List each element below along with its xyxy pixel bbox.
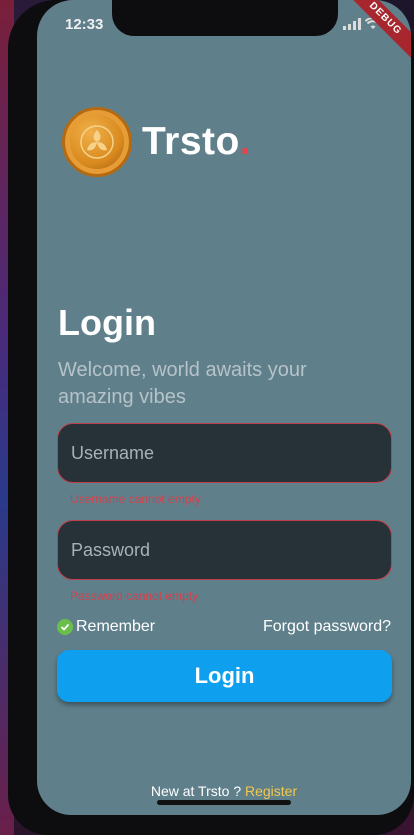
phone-frame: 12:33 DEBUG Trsto . Login Welcome, world…: [8, 0, 414, 835]
page-title: Login: [58, 302, 156, 343]
home-indicator: [157, 800, 291, 805]
username-error: Username cannot empty: [70, 492, 201, 506]
username-input[interactable]: [71, 442, 391, 464]
check-circle-icon: [57, 619, 73, 635]
page-subtitle: Welcome, world awaits your amazing vibes: [58, 359, 307, 408]
login-button[interactable]: Login: [57, 650, 392, 702]
password-field[interactable]: [57, 520, 392, 580]
remember-label: Remember: [76, 618, 156, 635]
password-error: Password cannot empty: [70, 589, 199, 603]
brand-dot: .: [239, 120, 251, 163]
register-prompt: New at Trsto ? Register: [37, 783, 411, 799]
remember-checkbox[interactable]: Remember: [57, 618, 155, 636]
register-link[interactable]: Register: [245, 783, 297, 799]
forgot-password-link[interactable]: Forgot password?: [263, 618, 391, 636]
brand-header: Trsto.: [62, 107, 251, 177]
brand-name: Trsto: [142, 120, 240, 163]
notch: [112, 0, 338, 36]
status-time: 12:33: [65, 16, 104, 33]
coin-logo-icon: [62, 107, 132, 177]
signal-icon: [343, 17, 361, 35]
register-question: New at Trsto ?: [150, 783, 242, 799]
app-screen: 12:33 DEBUG Trsto . Login Welcome, world…: [37, 0, 411, 815]
username-field[interactable]: [57, 423, 392, 483]
password-input[interactable]: [71, 539, 391, 561]
